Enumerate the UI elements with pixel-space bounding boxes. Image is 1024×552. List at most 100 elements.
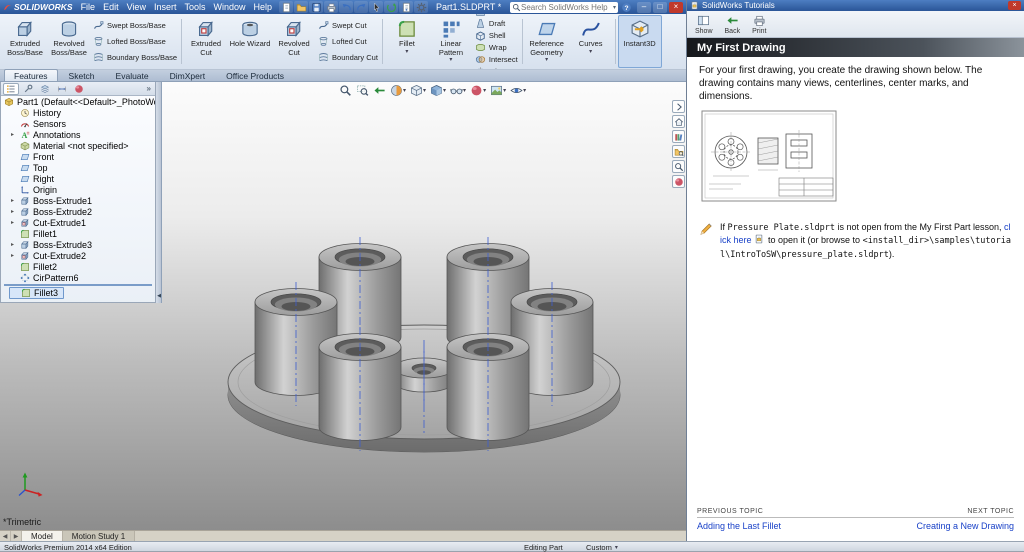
tutorial-close-button[interactable]: ×: [1008, 1, 1021, 10]
menu-help[interactable]: Help: [250, 2, 277, 12]
manager-tabs-overflow[interactable]: »: [147, 84, 153, 93]
ribbon-fillet-button[interactable]: Fillet▾: [385, 15, 429, 68]
file-explorer-button[interactable]: [672, 145, 685, 158]
ribbon-hole-wizard-button[interactable]: Hole Wizard: [228, 15, 272, 68]
bottom-tab-model[interactable]: Model: [22, 531, 63, 541]
ribbon-extruded-boss-base-button[interactable]: Extruded Boss/Base: [3, 15, 47, 68]
dropdown-caret-icon[interactable]: ▾: [545, 57, 548, 64]
home-button[interactable]: [672, 115, 685, 128]
part-file-icon[interactable]: [754, 234, 764, 244]
view-orientation-button[interactable]: ▾: [409, 84, 427, 97]
ribbon-lofted-cut-button[interactable]: Lofted Cut: [318, 34, 378, 49]
expand-arrow-icon[interactable]: ▸: [11, 241, 17, 248]
dropdown-caret-icon[interactable]: ▾: [483, 87, 486, 94]
menu-view[interactable]: View: [123, 2, 150, 12]
minimize-button[interactable]: –: [637, 2, 651, 13]
close-button[interactable]: ×: [669, 2, 683, 13]
select-cursor-button[interactable]: [369, 1, 383, 13]
tree-item-fillet1[interactable]: Fillet1: [1, 228, 155, 239]
dropdown-caret-icon[interactable]: ▾: [423, 87, 426, 94]
ribbon-lofted-boss-base-button[interactable]: Lofted Boss/Base: [93, 34, 177, 49]
menu-tools[interactable]: Tools: [180, 2, 209, 12]
bottom-tab-motion-study-1[interactable]: Motion Study 1: [63, 531, 135, 541]
tree-item-origin[interactable]: Origin: [1, 184, 155, 195]
ribbon-instant3d-button[interactable]: Instant3D: [618, 15, 662, 68]
dropdown-caret-icon[interactable]: ▾: [443, 87, 446, 94]
tutorial-back-button[interactable]: Back: [725, 14, 741, 35]
ribbon-curves-button[interactable]: Curves▾: [569, 15, 613, 68]
menu-window[interactable]: Window: [209, 2, 249, 12]
hide-show-items-button[interactable]: ▾: [449, 84, 467, 97]
tree-item-annotations[interactable]: ▸AAnnotations: [1, 129, 155, 140]
tab-scroll-left-icon[interactable]: ◀: [0, 531, 11, 541]
ribbon-rib-button[interactable]: Rib: [475, 14, 518, 17]
tree-item-right[interactable]: Right: [1, 173, 155, 184]
ribbon-wrap-button[interactable]: Wrap: [475, 42, 518, 53]
tree-item-top[interactable]: Top: [1, 162, 155, 173]
ribbon-intersect-button[interactable]: Intersect: [475, 54, 518, 65]
tab-features[interactable]: Features: [4, 69, 58, 81]
previous-topic-link[interactable]: Adding the Last Fillet: [697, 521, 781, 531]
ribbon-draft-button[interactable]: Draft: [475, 18, 518, 29]
collapse-panel-icon[interactable]: ◀: [156, 293, 162, 299]
save-button[interactable]: [309, 1, 323, 13]
design-library-button[interactable]: [672, 130, 685, 143]
ribbon-revolved-boss-base-button[interactable]: Revolved Boss/Base: [47, 15, 91, 68]
menu-insert[interactable]: Insert: [150, 2, 181, 12]
ribbon-boundary-cut-button[interactable]: Boundary Cut: [318, 50, 378, 65]
expand-arrow-icon[interactable]: ▸: [11, 252, 17, 259]
expand-arrow-icon[interactable]: ▸: [11, 208, 17, 215]
zoom-area-button[interactable]: [355, 84, 370, 97]
tab-dimxpert[interactable]: DimXpert: [160, 69, 215, 81]
file-properties-button[interactable]: [399, 1, 413, 13]
tab-evaluate[interactable]: Evaluate: [106, 69, 159, 81]
rebuild-button[interactable]: [384, 1, 398, 13]
tree-item-boss-extrude1[interactable]: ▸Boss-Extrude1: [1, 195, 155, 206]
propertymanager-tab[interactable]: [20, 83, 36, 95]
open-button[interactable]: [294, 1, 308, 13]
tree-root-part[interactable]: Part1 (Default<<Default>_PhotoWorks Disp…: [1, 96, 155, 107]
tab-sketch[interactable]: Sketch: [59, 69, 105, 81]
section-view-button[interactable]: ▾: [389, 84, 407, 97]
tree-item-cirpattern6[interactable]: CirPattern6: [1, 272, 155, 283]
expand-arrow-icon[interactable]: ▸: [11, 219, 17, 226]
panel-splitter[interactable]: ◀: [156, 82, 162, 303]
dropdown-caret-icon[interactable]: ▾: [589, 49, 592, 56]
menu-edit[interactable]: Edit: [99, 2, 123, 12]
rollback-bar[interactable]: [4, 284, 152, 286]
dropdown-caret-icon[interactable]: ▾: [503, 87, 506, 94]
tree-item-material-not-specified[interactable]: Material <not specified>: [1, 140, 155, 151]
ribbon-shell-button[interactable]: Shell: [475, 30, 518, 41]
tree-item-front[interactable]: Front: [1, 151, 155, 162]
edit-appearance-button[interactable]: ▾: [469, 84, 487, 97]
next-topic-link[interactable]: Creating a New Drawing: [916, 521, 1014, 531]
tree-item-cut-extrude2[interactable]: ▸Cut-Extrude2: [1, 250, 155, 261]
redo-button[interactable]: [354, 1, 368, 13]
options-button[interactable]: [414, 1, 428, 13]
tree-item-sensors[interactable]: Sensors: [1, 118, 155, 129]
ribbon-swept-cut-button[interactable]: Swept Cut: [318, 18, 378, 33]
dropdown-caret-icon[interactable]: ▾: [463, 87, 466, 94]
ribbon-boundary-boss-base-button[interactable]: Boundary Boss/Base: [93, 50, 177, 65]
new-document-button[interactable]: [279, 1, 293, 13]
expand-arrow-button[interactable]: [672, 100, 685, 113]
dropdown-caret-icon[interactable]: ▾: [403, 87, 406, 94]
search-input[interactable]: [521, 3, 613, 12]
apply-scene-button[interactable]: ▾: [489, 84, 507, 97]
ribbon-revolved-cut-button[interactable]: Revolved Cut: [272, 15, 316, 68]
menu-file[interactable]: File: [77, 2, 100, 12]
featuremanager-tab[interactable]: [3, 83, 19, 95]
tree-item-fillet3[interactable]: Fillet3: [9, 287, 64, 299]
expand-arrow-icon[interactable]: ▸: [11, 131, 17, 138]
tutorial-show-button[interactable]: Show: [695, 14, 713, 35]
previous-view-button[interactable]: [372, 84, 387, 97]
maximize-button[interactable]: □: [653, 2, 667, 13]
tree-item-cut-extrude1[interactable]: ▸Cut-Extrude1: [1, 217, 155, 228]
zoom-fit-button[interactable]: [338, 84, 353, 97]
ribbon-reference-geometry-button[interactable]: Reference Geometry▾: [525, 15, 569, 68]
dimxpertmanager-tab[interactable]: [54, 83, 70, 95]
ribbon-swept-boss-base-button[interactable]: Swept Boss/Base: [93, 18, 177, 33]
print-button[interactable]: [324, 1, 338, 13]
search-icon-slot[interactable]: [512, 3, 521, 12]
tab-scroll-right-icon[interactable]: ▶: [11, 531, 22, 541]
